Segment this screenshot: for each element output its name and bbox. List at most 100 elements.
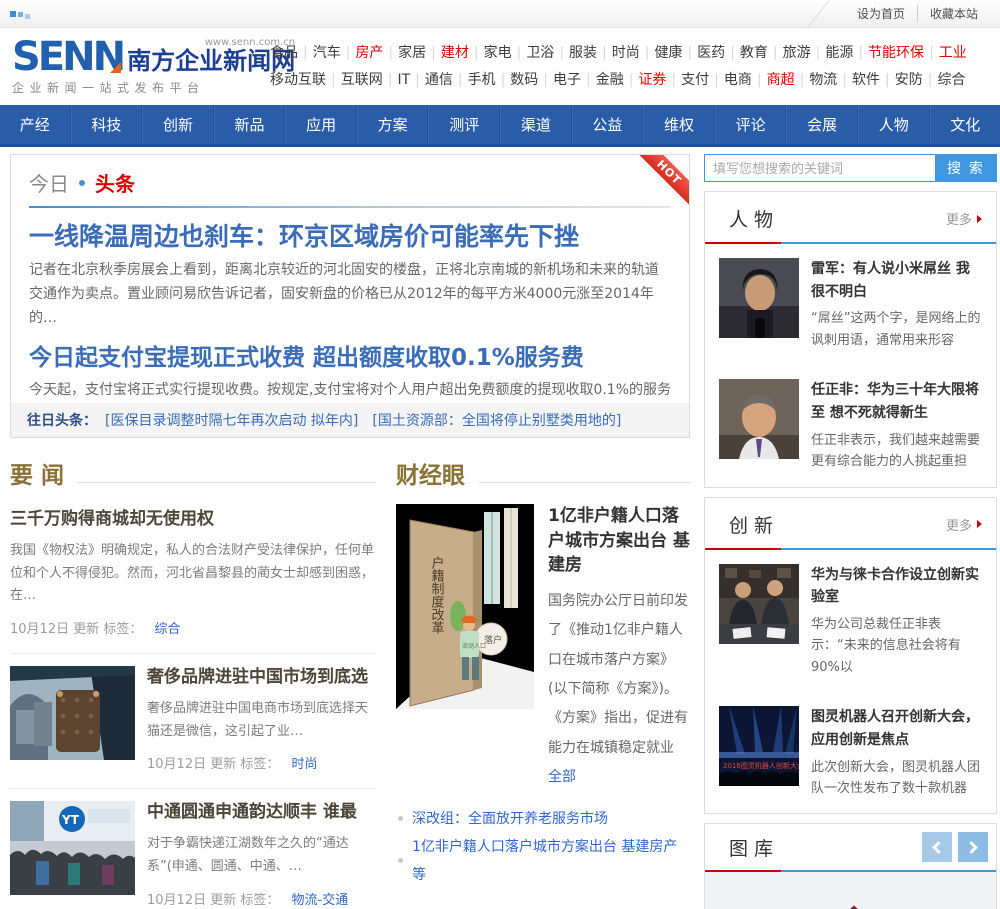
cat-digital[interactable]: 数码 <box>510 72 553 88</box>
luggage-photo[interactable] <box>10 666 135 761</box>
nav-chuangxin[interactable]: 创新 <box>142 105 214 144</box>
article-title[interactable]: 奢侈品牌进驻中国市场到底选 <box>147 667 368 687</box>
headline-title-2[interactable]: 今日起支付宝提现正式收费 超出额度收取0.1%服务费 <box>29 345 584 371</box>
dots-icon <box>10 10 30 19</box>
gallery-slide-image[interactable] <box>705 872 996 909</box>
nav-fangan[interactable]: 方案 <box>356 105 429 144</box>
cat-pharma[interactable]: 医药 <box>697 45 740 61</box>
nav-wenhua[interactable]: 文化 <box>929 105 1000 144</box>
logo-en-text: SENN <box>12 34 126 80</box>
past-headlines-label: 往日头条： <box>27 413 97 429</box>
nav-chanjing[interactable]: 产经 <box>0 105 71 144</box>
cat-internet[interactable]: 互联网 <box>341 72 398 88</box>
renwu-item-title[interactable]: 雷军：有人说小米屌丝 我很不明白 <box>811 261 970 300</box>
article-tag-link[interactable]: 时尚 <box>292 757 318 772</box>
svg-text:落户: 落户 <box>484 634 502 646</box>
chuangxin-item-title[interactable]: 华为与徕卡合作设立创新实验室 <box>811 567 979 606</box>
search-button[interactable]: 搜 索 <box>935 154 997 182</box>
express-expo-photo[interactable]: YT <box>10 801 135 896</box>
renwu-item-title[interactable]: 任正非：华为三十年大限将至 想不死就得新生 <box>811 382 979 421</box>
cat-retail[interactable]: 商超 <box>767 72 810 88</box>
caijing-link-2[interactable]: 1亿非户籍人口落户城市方案出台 基建房产等 <box>412 833 690 889</box>
renzhengfei-photo[interactable] <box>719 379 799 460</box>
nav-pinglun[interactable]: 评论 <box>714 105 787 144</box>
article-date: 10月12日 <box>147 892 207 908</box>
cat-home[interactable]: 家居 <box>398 45 441 61</box>
set-home-link[interactable]: 设为首页 <box>845 5 917 22</box>
headline-title-1[interactable]: 一线降温周边也刹车：环京区域房价可能率先下挫 <box>29 222 579 251</box>
caijing-link-1[interactable]: 深改组：全面放开养老服务市场 <box>412 805 608 833</box>
cat-food[interactable]: 食品 <box>270 45 313 61</box>
deep-title: 深阅读 <box>396 905 465 909</box>
cat-fashionwear[interactable]: 服装 <box>569 45 612 61</box>
cat-building[interactable]: 建材 <box>441 45 484 61</box>
cat-logistics[interactable]: 物流 <box>809 72 852 88</box>
past-headline-link-2[interactable]: [国土资源部：全国将停止别墅类用地的] <box>372 410 621 430</box>
nav-ceping[interactable]: 测评 <box>428 105 501 144</box>
cat-finance[interactable]: 金融 <box>596 72 639 88</box>
cat-green[interactable]: 节能环保 <box>868 45 939 61</box>
nav-yingyong[interactable]: 应用 <box>285 105 357 144</box>
leijun-photo[interactable] <box>719 258 799 338</box>
cat-phone[interactable]: 手机 <box>468 72 511 88</box>
huawei-leica-photo[interactable] <box>719 563 799 644</box>
cat-ecommerce[interactable]: 电商 <box>724 72 767 88</box>
search-input[interactable] <box>704 154 935 182</box>
cat-energy[interactable]: 能源 <box>825 45 868 61</box>
cat-auto[interactable]: 汽车 <box>313 45 356 61</box>
cat-industry[interactable]: 工业 <box>939 45 967 61</box>
cat-securities[interactable]: 证券 <box>638 72 681 88</box>
site-header: SENN www.senn.com.cn 南方企业新闻网 企业新闻一站式发布平台… <box>0 28 1000 105</box>
cat-appliance[interactable]: 家电 <box>484 45 527 61</box>
chuangxin-header: 创 新 更多 <box>705 498 996 550</box>
article-tag-link[interactable]: 物流-交通 <box>292 893 349 908</box>
nav-qudao[interactable]: 渠道 <box>500 105 572 144</box>
news-sections: 要 闻 三千万购得商城却无使用权 我国《物权法》明确规定，私人的合法财产受法律保… <box>10 448 690 909</box>
cat-bath[interactable]: 卫浴 <box>526 45 569 61</box>
article-title[interactable]: 三千万购得商城却无使用权 <box>10 509 214 529</box>
chuangxin-more-link[interactable]: 更多 <box>946 515 982 534</box>
cat-general[interactable]: 综合 <box>937 72 965 88</box>
past-headline-link-1[interactable]: [医保目录调整时隔七年再次启动 拟年内] <box>105 410 358 430</box>
chuangxin-item-title[interactable]: 图灵机器人召开创新大会，应用创新是焦点 <box>811 709 979 748</box>
cat-health[interactable]: 健康 <box>654 45 697 61</box>
cat-education[interactable]: 教育 <box>740 45 783 61</box>
gallery-header: 图 库 <box>705 824 996 873</box>
caijing-link-item: 1亿非户籍人口落户城市方案出台 基建房产等 <box>398 833 690 889</box>
cat-electronics[interactable]: 电子 <box>553 72 596 88</box>
cat-software[interactable]: 软件 <box>852 72 895 88</box>
yaowen-article-1: 三千万购得商城却无使用权 我国《物权法》明确规定，私人的合法财产受法律保护，任何… <box>10 496 376 655</box>
nav-keji[interactable]: 科技 <box>70 105 143 144</box>
nav-gongyi[interactable]: 公益 <box>571 105 644 144</box>
site-logo[interactable]: SENN www.senn.com.cn 南方企业新闻网 企业新闻一站式发布平台 <box>12 34 295 96</box>
full-text-link[interactable]: 全部 <box>548 769 576 785</box>
gallery-prev-button[interactable] <box>922 832 952 863</box>
headline-tag[interactable]: 头条 <box>95 168 135 197</box>
cat-travel[interactable]: 旅游 <box>783 45 826 61</box>
cat-payment[interactable]: 支付 <box>681 72 724 88</box>
cat-style[interactable]: 时尚 <box>612 45 655 61</box>
chevron-right-icon <box>965 841 978 854</box>
gallery-title: 图 库 <box>729 837 774 860</box>
caijing-feature-title[interactable]: 1亿非户籍人口落户城市方案出台 基建房 <box>548 506 690 575</box>
cat-realestate[interactable]: 房产 <box>355 45 398 61</box>
article-title[interactable]: 中通圆通申通韵达顺丰 谁最 <box>147 802 357 822</box>
nav-xinpin[interactable]: 新品 <box>213 105 286 144</box>
nav-huizhan[interactable]: 会展 <box>786 105 858 144</box>
renwu-more-link[interactable]: 更多 <box>946 209 982 228</box>
gallery-next-button[interactable] <box>958 832 988 863</box>
cat-telecom[interactable]: 通信 <box>425 72 468 88</box>
caijing-title: 财经眼 <box>396 463 465 489</box>
cat-security[interactable]: 安防 <box>895 72 938 88</box>
turing-conference-photo[interactable]: 2016图灵机器人创新大会 <box>719 706 799 787</box>
hukou-cartoon-image[interactable]: 户籍制度改革 落户 流动人口 <box>396 504 534 709</box>
cat-mobile[interactable]: 移动互联 <box>270 72 341 88</box>
nav-weiquan[interactable]: 维权 <box>643 105 715 144</box>
article-tag-label: 标签： <box>103 622 143 638</box>
cat-it[interactable]: IT <box>397 72 424 88</box>
favorite-link[interactable]: 收藏本站 <box>916 5 990 22</box>
renwu-item-2: 任正非：华为三十年大限将至 想不死就得新生 任正非表示，我们越来越需要更有综合能… <box>705 365 996 486</box>
article-tag-link[interactable]: 综合 <box>155 622 181 637</box>
svg-text:流动人口: 流动人口 <box>462 642 486 650</box>
nav-renwu[interactable]: 人物 <box>857 105 930 144</box>
